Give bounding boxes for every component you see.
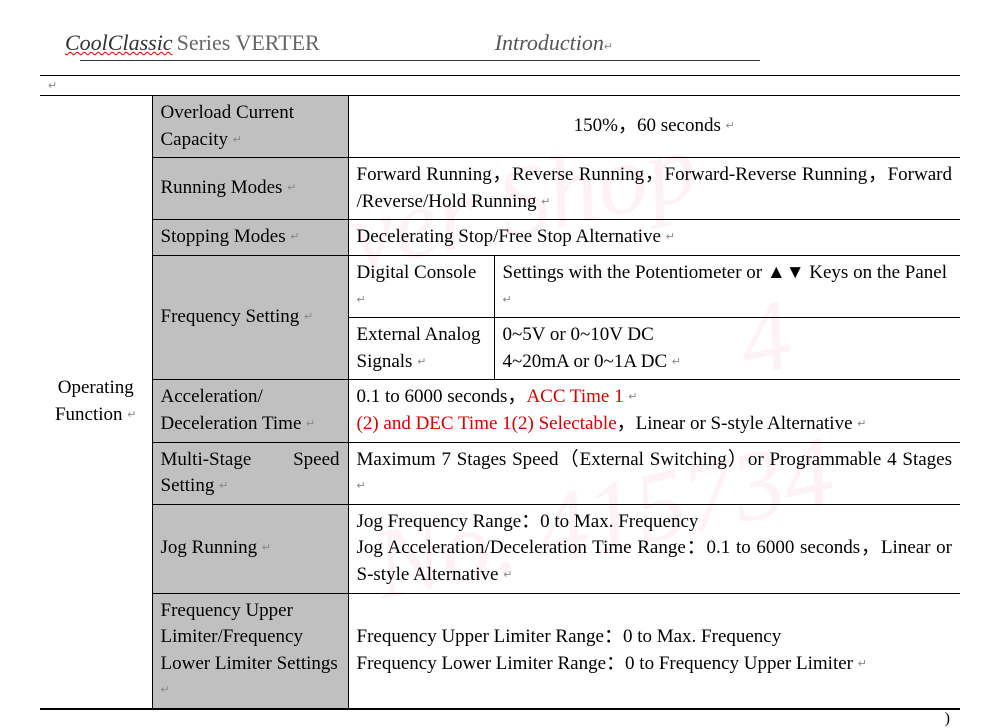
value-jog-running: Jog Frequency Range：0 to Max. Frequency … — [348, 504, 960, 593]
paragraph-mark-icon: ↵ — [604, 40, 613, 53]
table-row: Frequency Upper Limiter/Frequency Lower … — [40, 593, 960, 708]
header-underline — [80, 60, 760, 61]
label-multi-stage: Multi-Stage Speed Setting ↵ — [152, 442, 348, 504]
triangle-up-icon — [767, 262, 786, 283]
table-row: Running Modes ↵ Forward Running，Reverse … — [40, 158, 960, 220]
page-header: CoolClassic Series VERTER Introduction ↵ — [20, 30, 980, 56]
value-frequency-limiter: Frequency Upper Limiter Range：0 to Max. … — [348, 593, 960, 708]
spec-table-container: ↵ Operating Function ↵ Overload Current … — [40, 75, 960, 710]
label-frequency-setting: Frequency Setting ↵ — [152, 255, 348, 379]
value-overload: 150%，60 seconds ↵ — [348, 96, 960, 158]
paragraph-mark-icon: ↵ — [40, 76, 960, 95]
label-external-analog: External Analog Signals ↵ — [348, 318, 494, 380]
page-close-paren: ) — [20, 710, 980, 728]
value-multi-stage: Maximum 7 Stages Speed（External Switchin… — [348, 442, 960, 504]
label-overload: Overload Current Capacity ↵ — [152, 96, 348, 158]
label-running-modes: Running Modes ↵ — [152, 158, 348, 220]
category-operating-function: Operating Function ↵ — [40, 96, 152, 709]
table-row: Stopping Modes ↵ Decelerating Stop/Free … — [40, 220, 960, 256]
label-jog-running: Jog Running ↵ — [152, 504, 348, 593]
label-stopping-modes: Stopping Modes ↵ — [152, 220, 348, 256]
header-brand: CoolClassic — [65, 30, 173, 56]
label-accel-decel: Acceleration/ Deceleration Time ↵ — [152, 380, 348, 442]
table-row: Acceleration/ Deceleration Time ↵ 0.1 to… — [40, 380, 960, 442]
label-frequency-limiter: Frequency Upper Limiter/Frequency Lower … — [152, 593, 348, 708]
specification-table: Operating Function ↵ Overload Current Ca… — [40, 95, 960, 709]
value-external-analog: 0~5V or 0~10V DC 4~20mA or 0~1A DC ↵ — [494, 318, 960, 380]
value-accel-decel: 0.1 to 6000 seconds，ACC Time 1 ↵ (2) and… — [348, 380, 960, 442]
table-row: Operating Function ↵ Overload Current Ca… — [40, 96, 960, 158]
value-digital-console: Settings with the Potentiometer or Keys … — [494, 255, 960, 317]
table-row: Frequency Setting ↵ Digital Console ↵ Se… — [40, 255, 960, 317]
triangle-down-icon — [786, 262, 805, 283]
value-running-modes: Forward Running，Reverse Running，Forward-… — [348, 158, 960, 220]
value-stopping-modes: Decelerating Stop/Free Stop Alternative … — [348, 220, 960, 256]
table-row: Jog Running ↵ Jog Frequency Range：0 to M… — [40, 504, 960, 593]
header-introduction: Introduction — [495, 30, 604, 56]
label-digital-console: Digital Console ↵ — [348, 255, 494, 317]
header-series: Series VERTER — [177, 30, 320, 56]
table-row: Multi-Stage Speed Setting ↵ Maximum 7 St… — [40, 442, 960, 504]
document-page: CoolClassic Series VERTER Introduction ↵… — [0, 0, 1000, 728]
